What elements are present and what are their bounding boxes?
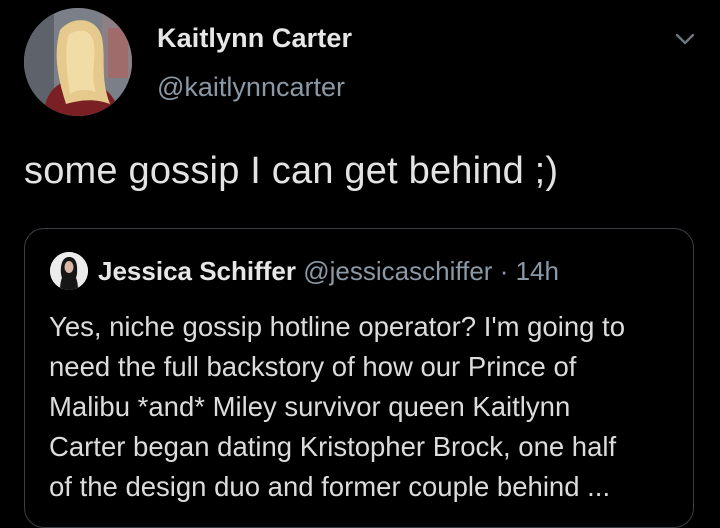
quoted-text-line: Yes, niche gossip hotline operator? I'm … bbox=[49, 311, 625, 342]
quoted-author-handle[interactable]: @jessicaschiffer bbox=[303, 256, 492, 286]
quoted-tweet[interactable]: Jessica Schiffer @jessicaschiffer · 14h … bbox=[24, 228, 694, 528]
author-avatar[interactable] bbox=[24, 8, 132, 116]
quoted-text-line: of the design duo and former couple behi… bbox=[49, 471, 611, 502]
quoted-text-line: Carter began dating Kristopher Brock, on… bbox=[49, 431, 617, 462]
chevron-down-icon[interactable] bbox=[672, 26, 698, 52]
tweet-text: some gossip I can get behind ;) bbox=[24, 150, 559, 192]
author-name[interactable]: Kaitlynn Carter bbox=[157, 23, 352, 54]
quoted-author-avatar-photo bbox=[50, 252, 88, 290]
quoted-author-avatar bbox=[50, 252, 88, 290]
quoted-text-line: Malibu *and* Miley survivor queen Kaitly… bbox=[49, 391, 571, 422]
header-separator: · bbox=[499, 256, 509, 286]
quoted-tweet-header: Jessica Schiffer @jessicaschiffer · 14h bbox=[98, 256, 559, 287]
quoted-text-line: need the full backstory of how our Princ… bbox=[49, 351, 577, 382]
author-handle[interactable]: @kaitlynncarter bbox=[157, 72, 345, 103]
author-avatar-photo bbox=[24, 8, 132, 116]
quoted-tweet-time[interactable]: 14h bbox=[516, 256, 559, 286]
quoted-author-name[interactable]: Jessica Schiffer bbox=[98, 256, 296, 286]
tweet[interactable]: Kaitlynn Carter @kaitlynncarter some gos… bbox=[0, 0, 720, 528]
quoted-tweet-text: Yes, niche gossip hotline operator? I'm … bbox=[49, 307, 689, 507]
